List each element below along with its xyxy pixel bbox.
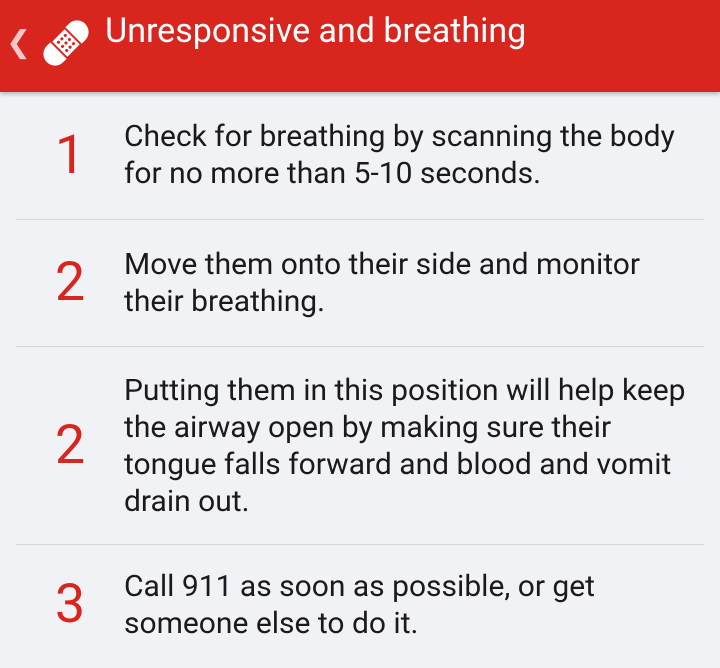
step-text: Check for breathing by scanning the body… [124,118,675,191]
steps-list: 1 Check for breathing by scanning the bo… [16,92,704,665]
step-item: 1 Check for breathing by scanning the bo… [16,92,704,220]
step-item: 2 Putting them in this position will hel… [16,347,704,545]
step-text: Putting them in this position will help … [124,372,686,519]
page-title: Unresponsive and breathing [105,10,527,51]
step-number: 1 [54,123,86,187]
step-item: 2 Move them onto their side and monitor … [16,220,704,347]
step-number: 2 [54,413,86,477]
step-number: 3 [54,573,86,636]
step-text: Move them onto their side and monitor th… [124,247,641,319]
step-item: 3 Call 911 as soon as possible, or get s… [16,545,704,665]
step-number: 2 [54,251,86,314]
step-text: Call 911 as soon as possible, or get som… [124,569,595,641]
app-bar: ❮ Unresponsive and breathing [0,0,720,92]
bandage-icon [43,20,89,66]
chevron-left-icon[interactable]: ❮ [6,28,31,58]
